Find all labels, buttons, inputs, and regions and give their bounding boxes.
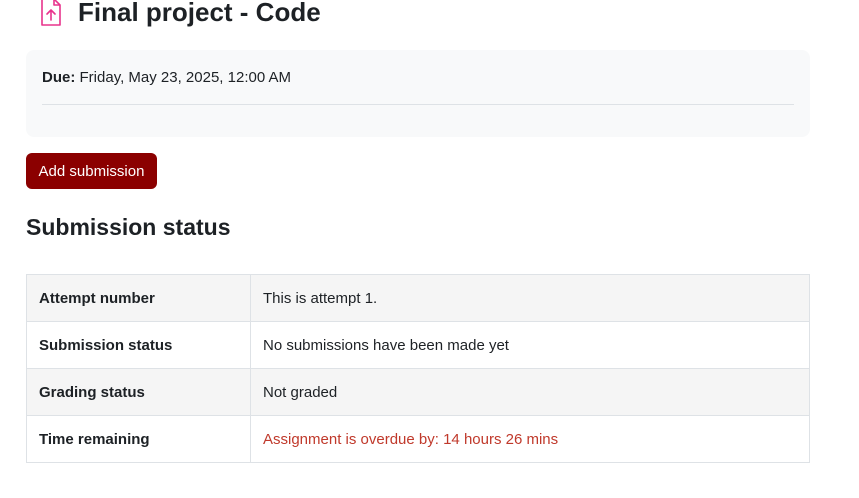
row-label-grading-status: Grading status [26,368,251,416]
assignment-page: Final project - Code Due: Friday, May 23… [0,0,859,498]
due-label: Due: [42,69,76,86]
add-submission-button[interactable]: Add submission [26,153,157,189]
row-label-attempt-number: Attempt number [26,274,251,322]
submission-status-heading: Submission status [26,214,231,240]
table-row: Submission status No submissions have be… [26,321,810,369]
due-date: Due: Friday, May 23, 2025, 12:00 AM [42,69,291,86]
table-row: Grading status Not graded [26,368,810,416]
assignment-upload-icon [40,0,62,27]
dates-divider [42,104,794,105]
due-value: Friday, May 23, 2025, 12:00 AM [79,69,292,86]
row-value-grading-status: Not graded [250,368,810,416]
page-title: Final project - Code [78,0,321,27]
row-value-attempt-number: This is attempt 1. [250,274,810,322]
table-row: Time remaining Assignment is overdue by:… [26,415,810,463]
row-value-submission-status: No submissions have been made yet [250,321,810,369]
submission-status-table: Attempt number This is attempt 1. Submis… [26,274,810,463]
activity-dates: Due: Friday, May 23, 2025, 12:00 AM [26,50,810,137]
row-value-time-remaining: Assignment is overdue by: 14 hours 26 mi… [250,415,810,463]
row-label-time-remaining: Time remaining [26,415,251,463]
row-label-submission-status: Submission status [26,321,251,369]
page-header: Final project - Code [40,0,321,30]
table-row: Attempt number This is attempt 1. [26,274,810,322]
